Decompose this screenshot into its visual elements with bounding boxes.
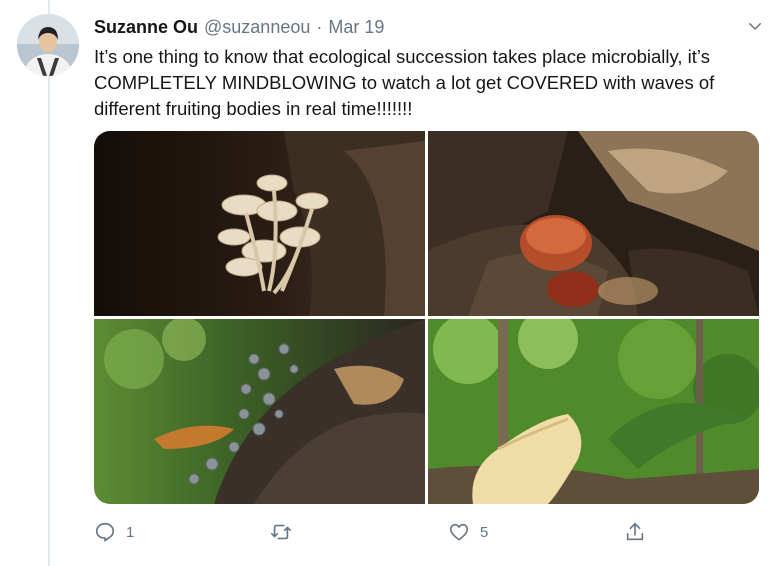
share-icon xyxy=(626,522,644,541)
header-separator: · xyxy=(316,16,323,37)
reply-button[interactable]: 1 xyxy=(94,517,134,547)
author-handle[interactable]: @suzanneou xyxy=(204,17,310,38)
share-button[interactable] xyxy=(624,517,646,547)
mushroom-photo-image xyxy=(94,319,425,504)
chevron-down-icon xyxy=(749,23,761,30)
media-photo-4[interactable] xyxy=(428,319,759,504)
tweet[interactable]: Suzanne Ou @suzanneou · Mar 19 It’s one … xyxy=(0,0,783,566)
media-photo-2[interactable] xyxy=(428,131,759,316)
media-photo-3[interactable] xyxy=(94,319,425,504)
media-grid xyxy=(94,131,759,504)
avatar[interactable] xyxy=(17,14,79,76)
more-options-button[interactable] xyxy=(743,14,767,38)
retweet-button[interactable] xyxy=(270,517,302,547)
tweet-date[interactable]: Mar 19 xyxy=(328,17,384,38)
author-name[interactable]: Suzanne Ou xyxy=(94,17,198,38)
reply-count: 1 xyxy=(126,523,135,541)
tweet-header: Suzanne Ou @suzanneou · Mar 19 xyxy=(94,14,763,40)
like-button[interactable]: 5 xyxy=(448,517,488,547)
like-count: 5 xyxy=(480,523,489,541)
avatar-image xyxy=(17,14,79,76)
media-photo-1[interactable] xyxy=(94,131,425,316)
mushroom-photo-image xyxy=(94,131,425,316)
tweet-actions: 1 5 xyxy=(94,517,654,547)
mushroom-photo-image xyxy=(428,319,759,504)
retweet-icon xyxy=(271,524,291,540)
mushroom-photo-image xyxy=(428,131,759,316)
tweet-text: It’s one thing to know that ecological s… xyxy=(94,46,715,119)
reply-icon xyxy=(95,522,115,542)
heart-icon xyxy=(449,523,469,541)
